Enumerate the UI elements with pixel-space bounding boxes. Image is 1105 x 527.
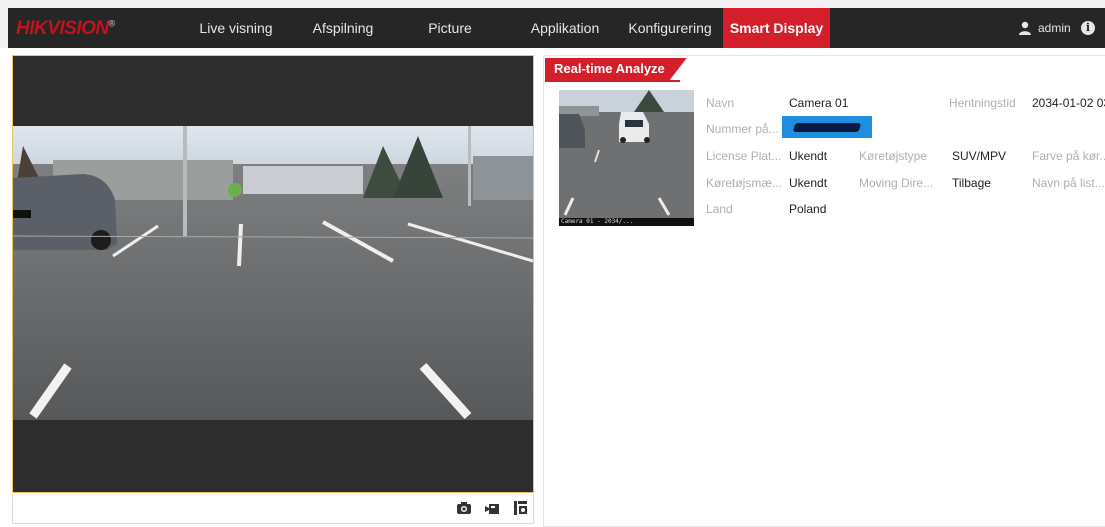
nav-live-view[interactable]: Live visning [186, 8, 286, 48]
user-name: admin [1038, 21, 1071, 35]
field-label-vehicle-brand: Køretøjsmæ... [706, 176, 783, 190]
nav-playback[interactable]: Afspilning [298, 8, 388, 48]
video-toolbar [12, 494, 534, 524]
thumbnail-caption: Camera 01 - 2034/... [561, 218, 634, 225]
tab-real-time-analyze[interactable]: Real-time Analyze [545, 58, 687, 80]
parking-lot-video-frame [13, 126, 533, 420]
hikvision-logo: HIKVISION® [16, 18, 115, 39]
field-label-name: Navn [706, 96, 735, 110]
real-time-analyze-panel: Real-time Analyze Camera 01 - 2034/... N… [543, 55, 1105, 527]
nav-application[interactable]: Applikation [520, 8, 610, 48]
field-value-capture-time: 2034-01-02 03: [1032, 96, 1105, 110]
camera-snapshot-icon[interactable] [456, 500, 472, 516]
vehicle-capture-thumbnail[interactable]: Camera 01 - 2034/... [559, 90, 694, 226]
field-value-country: Poland [789, 202, 827, 216]
info-icon[interactable]: i [1081, 21, 1095, 35]
field-value-vehicle-brand: Ukendt [789, 176, 828, 190]
top-navigation-bar: HIKVISION® Live visning Afspilning Pictu… [0, 0, 1105, 48]
nav-configuration[interactable]: Konfigurering [620, 8, 720, 48]
field-label-capture-time: Hentningstid [949, 96, 1016, 110]
nav-smart-display[interactable]: Smart Display [723, 8, 830, 48]
field-label-vehicle-color: Farve på kør... [1032, 149, 1105, 163]
field-label-plate-type: License Plat... [706, 149, 782, 163]
field-value-vehicle-type: SUV/MPV [952, 149, 1007, 163]
navbar: HIKVISION® Live visning Afspilning Pictu… [8, 8, 1105, 48]
field-label-direction: Moving Dire... [859, 176, 934, 190]
record-icon[interactable] [484, 500, 500, 516]
field-label-vehicle-type: Køretøjstype [859, 149, 928, 163]
capture-image [559, 90, 694, 226]
field-value-name: Camera 01 [789, 96, 849, 110]
live-video-view[interactable] [12, 55, 534, 493]
plate-number-redacted [782, 116, 872, 138]
field-label-country: Land [706, 202, 733, 216]
tab-underline [545, 80, 680, 82]
export-icon[interactable] [512, 500, 528, 516]
field-label-list-name: Navn på list... [1032, 176, 1105, 190]
user-icon [1019, 21, 1031, 35]
field-label-plate-number: Nummer på... [706, 122, 779, 136]
field-value-plate-type: Ukendt [789, 149, 828, 163]
user-menu[interactable]: admin [1018, 8, 1071, 48]
field-value-direction: Tilbage [952, 176, 991, 190]
nav-picture[interactable]: Picture [410, 8, 490, 48]
